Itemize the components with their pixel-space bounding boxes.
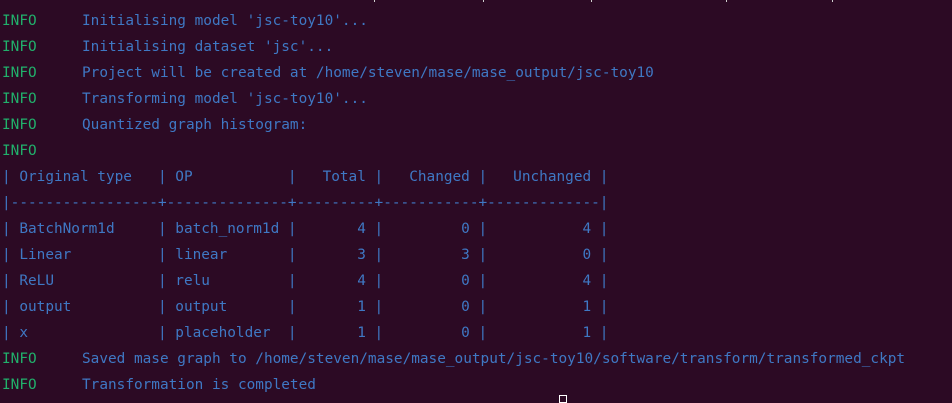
table-row: | output | output | 1 | 0 | 1 | (2, 299, 609, 315)
table-row: | BatchNorm1d | batch_norm1d | 4 | 0 | 4… (2, 221, 609, 237)
table-row: | ReLU | relu | 4 | 0 | 4 | (2, 273, 609, 289)
log-message: Saved mase graph to /home/steven/mase/ma… (82, 351, 906, 367)
log-message: Transforming model 'jsc-toy10'... (82, 91, 368, 107)
table-row: | Linear | linear | 3 | 3 | 0 | (2, 247, 609, 263)
histogram-table-header: | Original type | OP | Total | Changed |… (2, 169, 609, 185)
log-level: INFO (2, 143, 37, 159)
table-row: | x | placeholder | 1 | 0 | 1 | (2, 325, 609, 341)
log-level: INFO (2, 91, 37, 107)
log-level: INFO (2, 377, 37, 393)
log-message: Initialising dataset 'jsc'... (82, 39, 334, 55)
mouse-cursor-icon (559, 395, 567, 403)
log-line: INFO Project will be created at /home/ste… (2, 60, 952, 86)
log-line: INFO Initialising dataset 'jsc'... (2, 34, 952, 60)
log-line: INFO Saved mase graph to /home/steven/mas… (2, 346, 952, 372)
log-line: INFO Transformation is completed (2, 372, 952, 398)
previous-output-fragment (0, 0, 952, 3)
log-line: INFO (2, 138, 952, 164)
log-line: INFO Quantized graph histogram: (2, 112, 952, 138)
log-level: INFO (2, 13, 37, 29)
terminal-window[interactable]: INFO Initialising model 'jsc-toy10'... IN… (0, 0, 952, 401)
log-message: Initialising model 'jsc-toy10'... (82, 13, 368, 29)
log-level: INFO (2, 39, 37, 55)
histogram-table-separator: |-----------------+--------------+------… (2, 195, 609, 211)
log-message: Project will be created at /home/steven/… (82, 65, 654, 81)
log-line: INFO Initialising model 'jsc-toy10'... (2, 8, 952, 34)
log-level: INFO (2, 65, 37, 81)
log-level: INFO (2, 117, 37, 133)
log-line: INFO Transforming model 'jsc-toy10'... (2, 86, 952, 112)
log-level: INFO (2, 351, 37, 367)
log-message: Transformation is completed (82, 377, 316, 393)
log-message: Quantized graph histogram: (82, 117, 308, 133)
